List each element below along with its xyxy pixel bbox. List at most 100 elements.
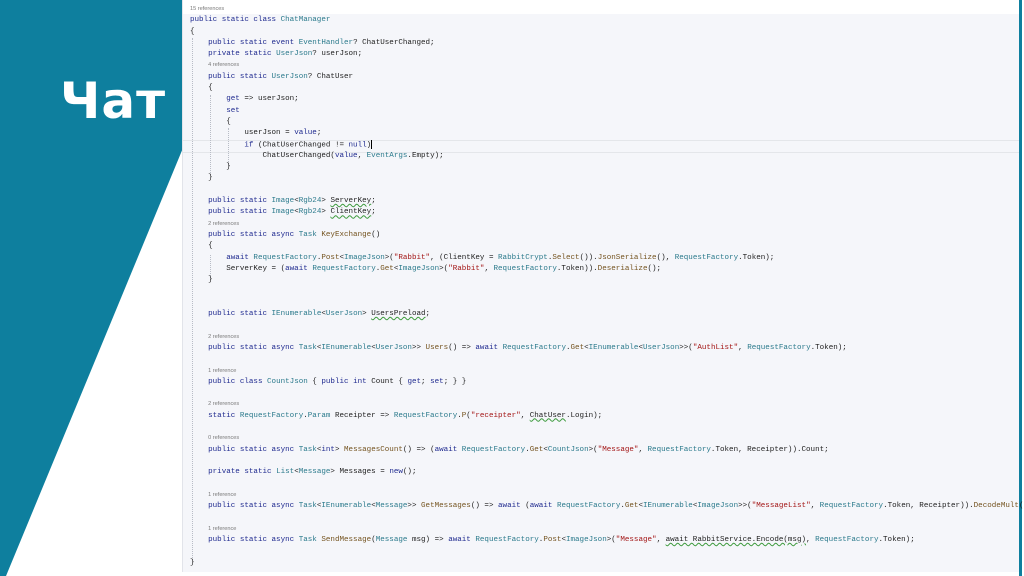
code-token: .Token);	[878, 535, 915, 544]
code-token: Param	[307, 411, 331, 420]
code-token: Image	[271, 208, 295, 217]
code-token: {	[226, 117, 231, 126]
code-token: EventArgs	[366, 151, 408, 160]
code-line: await RequestFactory.Post<ImageJson>("Ra…	[190, 253, 1024, 264]
code-token: EventHandler	[298, 38, 354, 47]
code-token: RequestFactory	[239, 411, 304, 420]
code-token: int	[321, 445, 335, 454]
code-token: .Token);	[810, 343, 847, 352]
code-token: RequestFactory	[312, 264, 376, 273]
code-token: public static	[208, 310, 272, 319]
code-line: public static class ChatManager	[190, 15, 1024, 26]
code-token: value	[334, 151, 358, 160]
references-link[interactable]: 0 references	[208, 435, 239, 441]
code-line: set	[190, 106, 1024, 117]
code-token: ImageJson	[398, 264, 440, 273]
code-line: public static UserJson? ChatUser	[190, 72, 1024, 83]
code-token: Select	[552, 253, 580, 262]
code-editor[interactable]: 15 references public static class ChatMan…	[182, 0, 1024, 572]
code-line: }	[190, 275, 1024, 286]
code-token: {	[208, 242, 213, 251]
code-line: public class CountJson { public int Coun…	[190, 377, 1024, 388]
code-token: ,	[357, 151, 367, 160]
references-link[interactable]: 2 references	[208, 401, 239, 407]
code-token: >(	[439, 264, 449, 273]
code-token: public static async	[208, 535, 299, 544]
code-line: {	[190, 241, 1024, 252]
code-token: public class	[208, 377, 268, 386]
code-token: private static	[208, 50, 277, 59]
code-token: ();	[402, 468, 417, 477]
code-token: Task	[298, 343, 317, 352]
code-token: set	[430, 377, 444, 386]
references-link[interactable]: 15 references	[190, 6, 224, 12]
code-token: ()).	[579, 253, 598, 262]
code-token: Count {	[371, 377, 408, 386]
code-token: "AuthList"	[692, 343, 739, 352]
code-token: null	[348, 141, 367, 150]
code-token: >(	[384, 253, 394, 262]
references-link[interactable]: 2 references	[208, 221, 239, 227]
code-token: Message	[375, 535, 408, 544]
code-token: IEnumerable	[321, 343, 372, 352]
code-token: ;	[421, 377, 431, 386]
codelens-references: 2 references	[190, 219, 1024, 230]
code-token: Post	[321, 253, 340, 262]
code-token: }	[208, 174, 213, 183]
code-token: , (ClientKey =	[430, 253, 499, 262]
code-token: public static async	[208, 502, 299, 511]
code-token: "MessageList"	[751, 502, 811, 511]
references-link[interactable]: 1 reference	[208, 492, 236, 498]
code-token: () =>	[448, 343, 476, 352]
code-token: ServerKey = (	[226, 264, 286, 273]
references-link[interactable]: 4 references	[208, 62, 239, 68]
code-token: UserJson	[643, 343, 680, 352]
code-token: >>	[411, 343, 426, 352]
code-token: RequestFactory	[815, 535, 879, 544]
code-line: {	[190, 117, 1024, 128]
code-token: ;	[316, 129, 322, 138]
code-token: UserJson	[276, 50, 313, 59]
code-line: public static async Task<IEnumerable<Use…	[190, 343, 1024, 354]
codelens-references: 2 references	[190, 399, 1024, 410]
code-line: public static event EventHandler? ChatUs…	[190, 38, 1024, 49]
code-line: public static Image<Rgb24> ClientKey;	[190, 207, 1024, 218]
code-token: await	[285, 264, 313, 273]
code-token: KeyExchange	[321, 230, 372, 239]
codelens-references: 1 reference	[190, 366, 1024, 377]
code-token: .Token, Receipter)).Count;	[710, 445, 829, 454]
references-link[interactable]: 2 references	[208, 334, 239, 340]
code-token: JsonSerialize	[597, 253, 657, 262]
code-token: RequestFactory	[647, 445, 711, 454]
code-token: .Token, Receipter)).	[883, 502, 974, 511]
code-line: public static IEnumerable<UserJson> User…	[190, 309, 1024, 320]
code-token: ChatUser	[529, 411, 566, 420]
code-token: ();	[1018, 502, 1024, 511]
code-token: SendMessage	[321, 535, 372, 544]
code-token: Task	[298, 502, 317, 511]
code-token: ,	[810, 502, 820, 511]
code-token: >>	[407, 502, 422, 511]
code-token: >	[362, 310, 372, 319]
code-token: get	[407, 377, 422, 386]
code-token: (),	[656, 253, 675, 262]
references-link[interactable]: 1 reference	[208, 526, 236, 532]
code-line: userJson = value;	[190, 128, 1024, 139]
code-token: "receipter"	[470, 411, 521, 420]
code-line: if (ChatUserChanged != null)	[190, 139, 1024, 151]
code-token: RequestFactory	[747, 343, 811, 352]
code-token: MessagesCount	[344, 445, 403, 454]
code-token: RequestFactory	[461, 445, 526, 454]
references-link[interactable]: 1 reference	[208, 368, 236, 374]
code-token: await	[226, 253, 254, 262]
slide-title: Чат	[60, 72, 167, 130]
code-token: {	[307, 377, 322, 386]
code-token: Task	[298, 445, 317, 454]
